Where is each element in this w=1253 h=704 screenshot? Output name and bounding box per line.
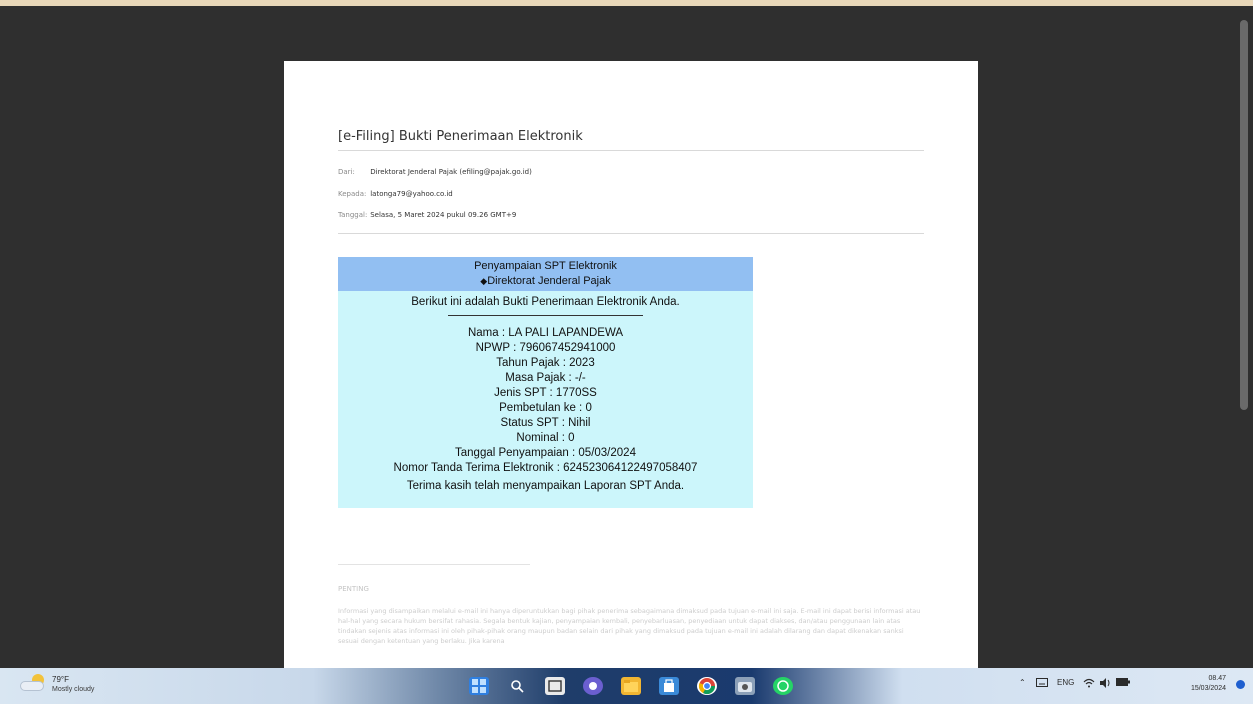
receipt-row-tahun-pajak: Tahun Pajak : 2023 [496, 357, 595, 369]
keyboard-icon[interactable] [1036, 678, 1048, 689]
email-page: [e-Filing] Bukti Penerimaan Elektronik D… [284, 61, 978, 668]
notification-bell-icon[interactable] [1236, 680, 1245, 689]
file-explorer-icon[interactable] [621, 677, 641, 695]
date-value: Selasa, 5 Maret 2024 pukul 09.26 GMT+9 [370, 211, 517, 219]
header-divider [338, 233, 924, 234]
volume-icon[interactable] [1099, 678, 1111, 690]
weather-description: Mostly cloudy [52, 686, 95, 693]
email-subject: [e-Filing] Bukti Penerimaan Elektronik [338, 129, 583, 144]
store-icon[interactable] [659, 677, 679, 695]
email-from-line: Dari: Direktorat Jenderal Pajak (efiling… [338, 168, 532, 176]
system-clock[interactable]: 08.47 15/03/2024 [1166, 674, 1226, 694]
receipt-intro: Berikut ini adalah Bukti Penerimaan Elek… [411, 296, 680, 308]
chevron-up-icon[interactable]: ⌃ [1019, 678, 1026, 687]
language-indicator[interactable]: ENG [1057, 678, 1074, 687]
to-label: Kepada: [338, 190, 367, 198]
whatsapp-icon[interactable] [773, 677, 793, 695]
footer-divider [338, 564, 530, 565]
receipt-row-nama: Nama : LA PALI LAPANDEWA [467, 327, 624, 339]
receipt-row-status-spt: Status SPT : Nihil [500, 417, 591, 429]
camera-icon[interactable] [735, 677, 755, 695]
receipt-row-pembetulan: Pembetulan ke : 0 [499, 402, 592, 414]
search-icon[interactable] [507, 677, 527, 695]
disclaimer-text: Informasi yang disampaikan melalui e-mai… [338, 607, 921, 645]
taskbar: 79°F Mostly cloudy ⌃ ENG 08.47 15/03/202… [0, 668, 1253, 704]
receipt-thanks: Terima kasih telah menyampaikan Laporan … [406, 480, 685, 492]
receipt-row-masa-pajak: Masa Pajak : -/- [505, 372, 586, 384]
receipt-row-nomor-tanda-terima: Nomor Tanda Terima Elektronik : 62452306… [393, 462, 698, 474]
subject-divider [338, 150, 924, 151]
receipt-row-tanggal: Tanggal Penyampaian : 05/03/2024 [455, 447, 636, 459]
clock-time: 08.47 [1208, 675, 1226, 682]
receipt-header: Penyampaian SPT Elektronik Direktorat Je… [338, 257, 753, 291]
to-value: latonga79@yahoo.co.id [370, 190, 453, 198]
date-label: Tanggal: [338, 211, 368, 219]
email-to-line: Kepada: latonga79@yahoo.co.id [338, 190, 453, 198]
email-date-line: Tanggal: Selasa, 5 Maret 2024 pukul 09.2… [338, 211, 516, 219]
viewer-scrollbar[interactable] [1240, 20, 1248, 410]
receipt-row-jenis-spt: Jenis SPT : 1770SS [494, 387, 597, 399]
task-view-icon[interactable] [545, 677, 565, 695]
chat-icon[interactable] [583, 677, 603, 695]
battery-icon[interactable] [1116, 678, 1130, 688]
clock-date: 15/03/2024 [1190, 685, 1226, 692]
disclaimer-heading: PENTING [338, 585, 369, 593]
chrome-icon[interactable] [697, 677, 717, 695]
receipt-row-nominal: Nominal : 0 [516, 432, 575, 444]
from-label: Dari: [338, 168, 355, 176]
receipt-header-title: Penyampaian SPT Elektronik [474, 260, 617, 272]
receipt-header-org: Direktorat Jenderal Pajak [338, 274, 753, 289]
receipt-box: Penyampaian SPT Elektronik Direktorat Je… [338, 257, 753, 508]
weather-widget[interactable]: 79°F Mostly cloudy [20, 672, 130, 700]
receipt-divider [448, 315, 643, 316]
wifi-icon[interactable] [1083, 678, 1095, 690]
weather-temperature: 79°F [52, 675, 69, 684]
from-value: Direktorat Jenderal Pajak (efiling@pajak… [370, 168, 532, 176]
receipt-row-npwp: NPWP : 796067452941000 [475, 342, 616, 354]
start-icon[interactable] [469, 677, 489, 695]
partly-cloudy-icon [20, 674, 46, 692]
